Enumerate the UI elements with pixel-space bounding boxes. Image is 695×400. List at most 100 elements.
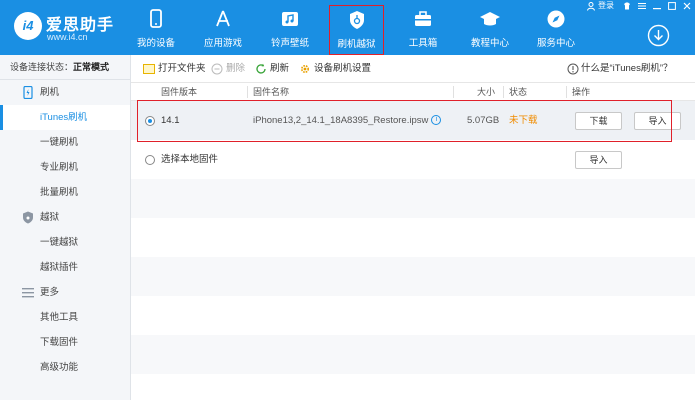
menu-icon: [22, 288, 34, 298]
firmware-radio[interactable]: [145, 116, 155, 126]
nav-label: 服务中心: [536, 38, 575, 49]
connection-status-value: 正常模式: [73, 62, 110, 72]
user-icon[interactable]: [587, 2, 595, 11]
folder-icon: [143, 64, 155, 74]
column-header-version[interactable]: 固件版本: [161, 83, 197, 101]
nav-tutorials[interactable]: 教程中心: [460, 0, 520, 55]
gear-icon: [300, 64, 310, 74]
app-subtitle: www.i4.cn: [47, 32, 88, 42]
firmware-size: 5.07GB: [467, 115, 500, 126]
sidebar-item-other-tools[interactable]: 其他工具: [0, 305, 130, 330]
sidebar-item-label: 更多: [40, 287, 60, 298]
empty-row: [131, 374, 695, 400]
refresh-icon: [256, 63, 266, 74]
toolbar: 打开文件夹 删除 刷新 设备刷机设置 什么是“iTunes刷机”？: [131, 55, 695, 83]
nav-apps-games[interactable]: 应用游戏: [193, 0, 253, 55]
nav-label: 工具箱: [408, 38, 438, 49]
open-folder-label: 打开文件夹: [158, 63, 206, 74]
phone-flash-icon: [23, 86, 33, 99]
column-divider: [247, 86, 248, 98]
download-manager-icon[interactable]: [647, 24, 670, 47]
nav-service-center[interactable]: 服务中心: [526, 0, 586, 55]
close-icon[interactable]: [683, 2, 691, 10]
info-icon[interactable]: i: [431, 115, 442, 126]
empty-row: [131, 218, 695, 257]
local-firmware-radio[interactable]: [145, 155, 155, 165]
table-row[interactable]: 选择本地固件 导入: [131, 140, 695, 179]
sidebar: 设备连接状态：正常模式 刷机 iTunes刷机 一键刷机 专业刷机 批量刷机 越…: [0, 55, 131, 400]
sidebar-item-pro-flash[interactable]: 专业刷机: [0, 155, 130, 180]
local-import-button[interactable]: 导入: [575, 151, 622, 169]
sidebar-item-one-click-flash[interactable]: 一键刷机: [0, 130, 130, 155]
nav-label: 教程中心: [470, 38, 509, 49]
column-header-action[interactable]: 操作: [572, 83, 590, 101]
column-header-status[interactable]: 状态: [509, 83, 527, 101]
logo-mark: i4: [14, 12, 42, 40]
column-header-name[interactable]: 固件名称: [253, 83, 289, 101]
sidebar-item-batch-flash[interactable]: 批量刷机: [0, 180, 130, 205]
sidebar-item-label: 一键越狱: [40, 237, 79, 248]
column-divider: [566, 86, 567, 98]
firmware-status: 未下载: [509, 115, 538, 126]
sidebar-item-one-click-jailbreak[interactable]: 一键越狱: [0, 230, 130, 255]
sidebar-group-more[interactable]: 更多: [0, 280, 130, 305]
import-button[interactable]: 导入: [634, 112, 681, 130]
nav-label: 应用游戏: [203, 38, 242, 49]
nav-ringtones-wallpapers[interactable]: 铃声壁纸: [260, 0, 320, 55]
help-link[interactable]: 什么是“iTunes刷机”？: [567, 55, 673, 83]
compass-icon: [547, 10, 565, 28]
sidebar-item-itunes-flash[interactable]: iTunes刷机: [0, 105, 130, 130]
maximize-icon[interactable]: [668, 2, 676, 10]
sidebar-item-label: 专业刷机: [40, 162, 79, 173]
refresh-button[interactable]: 刷新: [255, 55, 289, 83]
connection-status-label: 设备连接状态：: [10, 62, 74, 72]
app-logo[interactable]: i4 爱思助手 www.i4.cn: [14, 11, 124, 45]
nav-toolbox[interactable]: 工具箱: [393, 0, 453, 55]
firmware-name-cell: iPhone13,2_14.1_18A8395_Restore.ipsw i: [253, 101, 442, 140]
app-store-icon: [216, 10, 230, 27]
nav-my-device[interactable]: 我的设备: [126, 0, 186, 55]
sidebar-group-flash[interactable]: 刷机: [0, 80, 130, 105]
sidebar-item-label: iTunes刷机: [40, 112, 88, 123]
connection-status: 设备连接状态：正常模式: [0, 55, 130, 80]
sidebar-item-label: 高级功能: [40, 362, 79, 373]
download-button[interactable]: 下载: [575, 112, 622, 130]
sidebar-item-label: 一键刷机: [40, 137, 79, 148]
nav-label: 我的设备: [136, 38, 175, 49]
sidebar-item-label: 越狱插件: [40, 262, 79, 273]
sidebar-item-jailbreak-plugins[interactable]: 越狱插件: [0, 255, 130, 280]
toolbox-icon: [415, 11, 431, 26]
refresh-label: 刷新: [270, 63, 290, 74]
empty-row: [131, 335, 695, 374]
minimize-icon[interactable]: [653, 2, 661, 10]
shirt-icon[interactable]: [623, 2, 631, 10]
nav-label: 刷机越狱: [337, 39, 376, 50]
graduation-cap-icon: [480, 12, 500, 26]
sidebar-item-advanced[interactable]: 高级功能: [0, 355, 130, 380]
sidebar-group-jailbreak[interactable]: 越狱: [0, 205, 130, 230]
table-row[interactable]: 14.1 iPhone13,2_14.1_18A8395_Restore.ips…: [131, 101, 695, 140]
device-flash-settings-button[interactable]: 设备刷机设置: [299, 55, 371, 83]
delete-label: 删除: [226, 63, 246, 74]
firmware-name: iPhone13,2_14.1_18A8395_Restore.ipsw: [253, 115, 429, 126]
firmware-version: 14.1: [161, 115, 180, 126]
local-firmware-label: 选择本地固件: [161, 154, 219, 165]
nav-flash-jailbreak[interactable]: 刷机越狱: [329, 5, 384, 55]
firmware-table-header: 固件版本 固件名称 大小 状态 操作: [131, 83, 695, 101]
column-divider: [453, 86, 454, 98]
delete-button[interactable]: 删除: [211, 55, 245, 83]
sidebar-item-label: 下载固件: [40, 337, 79, 348]
menu-icon[interactable]: [638, 2, 646, 10]
phone-icon: [150, 9, 162, 28]
open-folder-button[interactable]: 打开文件夹: [143, 55, 206, 83]
empty-row: [131, 296, 695, 335]
top-header: i4 爱思助手 www.i4.cn 我的设备 应用游戏 铃声壁纸 刷机越狱 工具…: [0, 0, 695, 55]
sidebar-item-download-firmware[interactable]: 下载固件: [0, 330, 130, 355]
music-icon: [282, 12, 298, 26]
device-flash-settings-label: 设备刷机设置: [314, 63, 372, 74]
shield-small-icon: [23, 211, 33, 224]
column-header-size[interactable]: 大小: [477, 83, 495, 101]
nav-label: 铃声壁纸: [270, 38, 309, 49]
help-label: 什么是“iTunes刷机”？: [581, 63, 673, 74]
login-link[interactable]: 登录: [598, 0, 614, 11]
